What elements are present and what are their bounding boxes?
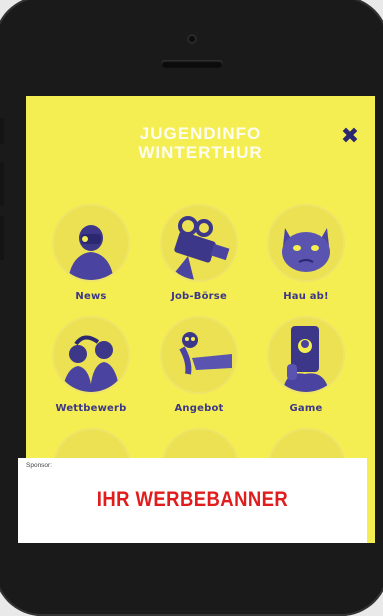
sponsor-banner[interactable]: Sponsor: IHR WERBEBANNER	[18, 458, 367, 543]
menu-item-label: Job-Börse	[171, 291, 227, 302]
menu-item-hau-ab[interactable]: Hau ab!	[251, 204, 361, 302]
menu-item-label: Hau ab!	[283, 291, 329, 302]
sponsor-label: Sponsor:	[26, 462, 53, 469]
menu-item-wettbewerb[interactable]: Wettbewerb	[36, 316, 146, 414]
grumpy-cat-icon	[267, 204, 345, 282]
volume-down-button	[0, 216, 4, 260]
menu-item-angebot[interactable]: Angebot	[144, 316, 254, 414]
menu-item-label: Wettbewerb	[55, 403, 127, 414]
menu-item-news[interactable]: News	[36, 204, 146, 302]
menu-item-label: Game	[289, 403, 323, 414]
couple-photo-icon	[52, 316, 130, 394]
menu-item-label: News	[75, 291, 107, 302]
volume-up-button	[0, 162, 4, 206]
banner-title: IHR WERBEBANNER	[96, 488, 289, 511]
person-with-camera-icon	[52, 204, 130, 282]
menu-item-label: Angebot	[174, 403, 224, 414]
earpiece-icon	[160, 60, 223, 68]
film-camera-icon	[160, 204, 238, 282]
animal-hand-icon	[160, 316, 238, 394]
menu-item-job-boerse[interactable]: Job-Börse	[144, 204, 254, 302]
mute-switch	[0, 118, 4, 144]
menu-item-game[interactable]: Game	[251, 316, 361, 414]
phone-selfie-icon	[267, 316, 345, 394]
front-camera-icon	[186, 34, 197, 44]
